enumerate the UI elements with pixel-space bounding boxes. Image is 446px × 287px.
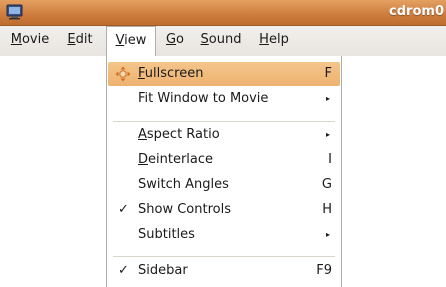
- menu-item-switch-angles[interactable]: Switch Angles G: [108, 173, 340, 197]
- view-menu-dropdown: Fullscreen F Fit Window to Movie ▸ Aspec…: [106, 56, 342, 287]
- menu-item-switch-angles-label: Switch Angles: [138, 177, 229, 192]
- fullscreen-mnemonic: F: [138, 66, 145, 81]
- menu-item-fit-window[interactable]: Fit Window to Movie ▸: [108, 87, 340, 111]
- menu-movie[interactable]: Movie: [4, 26, 56, 56]
- menu-item-fullscreen-label: Fullscreen: [138, 62, 203, 86]
- menu-help-rest: elp: [268, 32, 289, 47]
- menu-help-label: Help: [259, 32, 289, 47]
- menu-edit-rest: dit: [75, 32, 93, 47]
- check-mark-icon: ✓: [118, 202, 129, 217]
- menu-edit[interactable]: Edit: [58, 26, 102, 56]
- menu-go-mnemonic: G: [165, 32, 177, 47]
- check-mark-icon: ✓: [118, 263, 129, 278]
- menu-movie-mnemonic: M: [10, 32, 22, 47]
- menu-item-switch-angles-accelerator: G: [321, 177, 332, 192]
- menu-item-show-controls-accelerator: H: [322, 202, 332, 217]
- menubar: Movie Edit View Go Sound Help: [0, 26, 446, 57]
- menu-item-show-controls[interactable]: ✓ Show Controls H: [108, 198, 340, 222]
- menu-item-aspect-ratio[interactable]: Aspect Ratio ▸: [108, 123, 340, 147]
- menu-go-rest: o: [176, 32, 185, 47]
- menu-sound-mnemonic: S: [200, 32, 209, 47]
- menu-go[interactable]: Go: [158, 26, 192, 56]
- submenu-arrow-icon: ▸: [325, 230, 330, 239]
- menu-sound-rest: ound: [208, 32, 242, 47]
- menu-view-rest: iew: [124, 33, 147, 48]
- deinterlace-rest: einterlace: [148, 152, 214, 167]
- menu-view[interactable]: View: [106, 26, 156, 57]
- menu-item-deinterlace-label: Deinterlace: [138, 148, 213, 172]
- menu-item-sidebar-label: Sidebar: [138, 263, 188, 278]
- menu-item-subtitles[interactable]: Subtitles ▸: [108, 223, 340, 247]
- menu-separator: [113, 256, 335, 257]
- menu-go-label: Go: [166, 32, 184, 47]
- menu-movie-rest: ovie: [21, 32, 50, 47]
- menu-item-fullscreen[interactable]: Fullscreen F: [108, 62, 340, 86]
- menu-item-aspect-ratio-label: Aspect Ratio: [138, 123, 220, 147]
- menu-movie-label: Movie: [11, 32, 49, 47]
- menu-help[interactable]: Help: [252, 26, 296, 56]
- menu-item-sidebar[interactable]: ✓ Sidebar F9: [108, 259, 340, 283]
- menu-item-deinterlace-accelerator: I: [328, 152, 332, 167]
- menu-edit-label: Edit: [67, 32, 92, 47]
- menu-item-subtitles-label: Subtitles: [138, 227, 195, 242]
- menu-item-show-controls-label: Show Controls: [138, 202, 231, 217]
- menu-sound[interactable]: Sound: [194, 26, 248, 56]
- totem-app-icon[interactable]: [6, 4, 23, 20]
- menu-item-sidebar-accelerator: F9: [316, 263, 332, 278]
- menu-item-fullscreen-accelerator: F: [324, 66, 332, 81]
- menu-item-deinterlace[interactable]: Deinterlace I: [108, 148, 340, 172]
- aspect-ratio-rest: spect Ratio: [146, 127, 220, 142]
- fullscreen-icon: [115, 66, 131, 82]
- aspect-ratio-mnemonic: A: [138, 127, 147, 142]
- deinterlace-mnemonic: D: [138, 152, 149, 167]
- window-titlebar[interactable]: cdrom0: [0, 0, 446, 26]
- fullscreen-rest: ullscreen: [144, 66, 204, 81]
- menu-view-mnemonic: V: [115, 33, 125, 48]
- submenu-arrow-icon: ▸: [325, 94, 330, 103]
- window-title: cdrom0: [389, 4, 444, 19]
- submenu-arrow-icon: ▸: [325, 130, 330, 139]
- menu-sound-label: Sound: [201, 32, 242, 47]
- menu-help-mnemonic: H: [259, 32, 269, 47]
- menu-edit-mnemonic: E: [67, 32, 76, 47]
- menu-view-label: View: [116, 33, 147, 48]
- menu-separator: [113, 121, 335, 122]
- menu-item-fit-window-label: Fit Window to Movie: [138, 91, 269, 106]
